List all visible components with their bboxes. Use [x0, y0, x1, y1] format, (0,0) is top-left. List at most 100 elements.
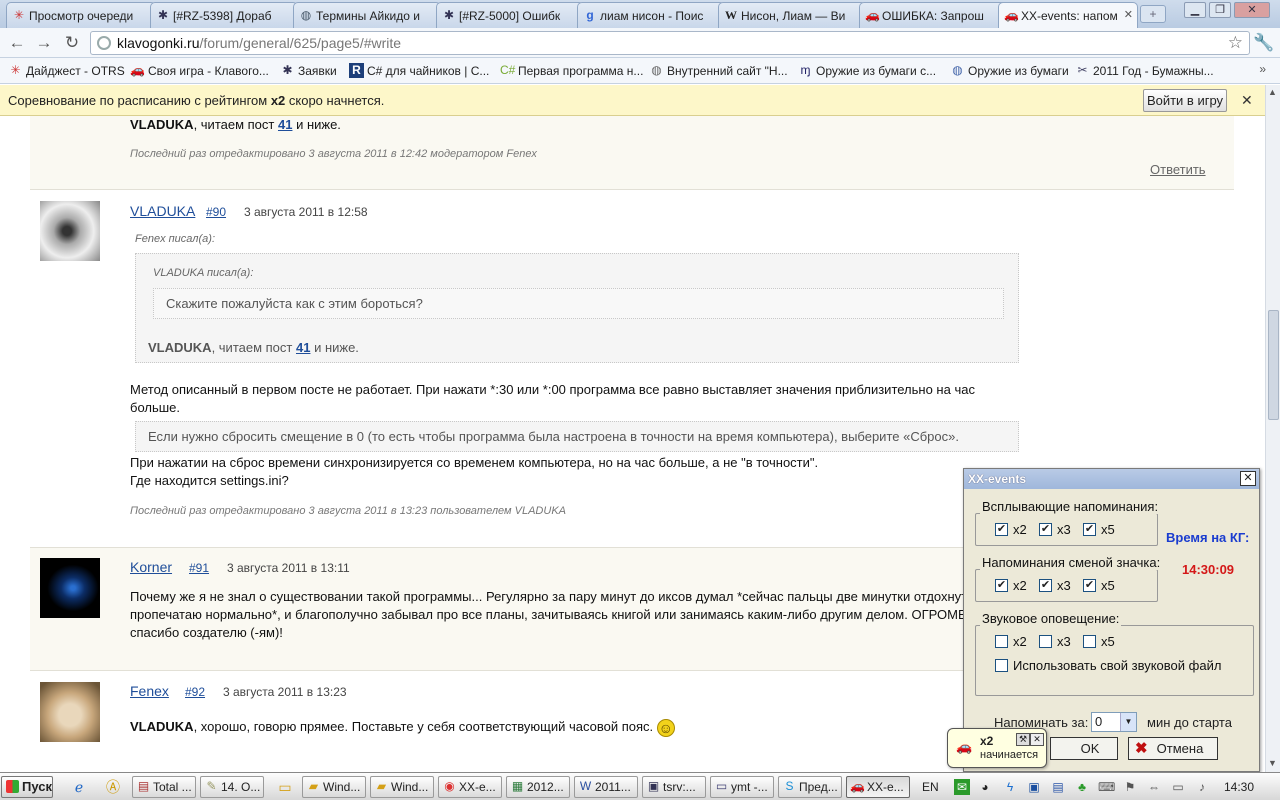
taskbar-item-ymt[interactable]: ▭ ymt -... [710, 776, 774, 798]
lightning-icon[interactable]: ϟ [1002, 779, 1018, 795]
tab-error[interactable]: 🚗 ОШИБКА: Запрош [859, 2, 1007, 28]
address-bar[interactable]: klavogonki.ru/forum/general/625/page5/#w… [90, 31, 1250, 55]
avatar[interactable] [40, 558, 100, 618]
bookmark-first-program[interactable]: C# Первая программа н... [500, 63, 643, 79]
bookmark-paper-weapons-2[interactable]: ◍ Оружие из бумаги [950, 63, 1069, 79]
popup-x5-checkbox[interactable]: ✔ x5 [1083, 523, 1115, 537]
bookmark-label: Своя игра - Клавого... [148, 64, 269, 78]
checkbox-box [1039, 635, 1052, 648]
post-line: Метод описанный в первом посте не работа… [130, 382, 975, 397]
page-scrollbar[interactable]: ▲ ▼ [1265, 85, 1280, 772]
settings-icon[interactable]: ⚒ [1016, 733, 1030, 746]
taskbar-item-chrome[interactable]: ◉ XX-e... [438, 776, 502, 798]
post-number[interactable]: #92 [185, 685, 205, 699]
taskbar-item-xx-events[interactable]: 🚗 XX-e... [846, 776, 910, 798]
taskbar-item-preview[interactable]: S Пред... [778, 776, 842, 798]
bookmark-2011-paper[interactable]: ✂ 2011 Год - Бумажны... [1075, 63, 1213, 79]
sound-x2-checkbox[interactable]: x2 [995, 635, 1027, 649]
folder-icon[interactable]: ▭ [276, 778, 294, 796]
tab-close-icon[interactable]: ✕ [1124, 8, 1133, 21]
tab-jira-5398[interactable]: ✱ [#RZ-5398] Дораб [150, 2, 298, 28]
taskbar-item-excel[interactable]: ▦ 2012... [506, 776, 570, 798]
xx-events-tray-icon[interactable]: ✉ [954, 779, 970, 795]
bookmark-own-game[interactable]: 🚗 Своя игра - Клавого... [130, 63, 269, 79]
monitor-icon[interactable]: ▤ [1050, 779, 1066, 795]
ok-button[interactable]: OK [1050, 737, 1118, 760]
taskbar-item-word[interactable]: W 2011... [574, 776, 638, 798]
panda-icon[interactable]: ◕ [977, 779, 993, 795]
internet-explorer-icon[interactable]: ℯ [70, 778, 88, 796]
bookmark-otrs-digest[interactable]: ✳ Дайджест - OTRS [8, 63, 124, 79]
post-number[interactable]: #91 [189, 561, 209, 575]
icon-x5-checkbox[interactable]: ✔ x5 [1083, 579, 1115, 593]
bookmark-star-icon[interactable]: ☆ [1228, 32, 1243, 54]
sound-x5-checkbox[interactable]: x5 [1083, 635, 1115, 649]
language-indicator[interactable]: EN [922, 780, 939, 794]
tab-otrs-queue[interactable]: ✳ Просмотр очереди [6, 2, 156, 28]
forum-post-89: VLADUKA, читаем пост 41 и ниже. Последни… [30, 116, 1234, 190]
taskbar-item-explorer-1[interactable]: ▰ Wind... [302, 776, 366, 798]
enter-game-button[interactable]: Войти в игру [1143, 89, 1227, 112]
forward-icon[interactable]: → [33, 33, 55, 53]
minimize-button[interactable]: ▁ [1184, 2, 1206, 18]
wrench-icon[interactable]: 🔧 [1253, 33, 1275, 53]
taskbar-item-total-commander[interactable]: ▤ Total ... [132, 776, 196, 798]
infobar-close-icon[interactable]: ✕ [1241, 85, 1253, 116]
taskbar-item-explorer-2[interactable]: ▰ Wind... [370, 776, 434, 798]
bookmark-paper-weapons-1[interactable]: ɱ Оружие из бумаги с... [798, 63, 937, 79]
tab-wikipedia[interactable]: W Нисон, Лиам — Ви [718, 2, 866, 28]
sound-x3-checkbox[interactable]: x3 [1039, 635, 1071, 649]
bookmark-csharp-dummies[interactable]: R C# для чайников | C... [349, 63, 489, 79]
back-icon[interactable]: ← [6, 33, 28, 53]
system-clock[interactable]: 14:30 [1224, 780, 1254, 794]
cancel-x-icon: ✖ [1135, 740, 1148, 757]
taskbar-item-terminal[interactable]: ▣ tsrv:... [642, 776, 706, 798]
new-tab-button[interactable]: + [1140, 5, 1166, 23]
post-author[interactable]: Fenex [130, 683, 169, 699]
maximize-button[interactable]: ❐ [1209, 2, 1231, 18]
cancel-button[interactable]: ✖ Отмена [1128, 737, 1218, 760]
popup-x2-checkbox[interactable]: ✔ x2 [995, 523, 1027, 537]
amp-icon[interactable]: Ⓐ [104, 778, 122, 796]
tab-jira-5000[interactable]: ✱ [#RZ-5000] Ошибк [436, 2, 584, 28]
reply-link[interactable]: Ответить [1150, 162, 1206, 177]
tab-aikido-terms[interactable]: ◍ Термины Айкидо и [293, 2, 441, 28]
start-button[interactable]: Пуск [1, 776, 53, 798]
post-link[interactable]: 41 [296, 340, 310, 355]
flag-icon[interactable]: ⚑ [1122, 779, 1138, 795]
remind-minutes-select[interactable]: 0 ▼ [1091, 712, 1137, 732]
network-icon[interactable]: ▣ [1026, 779, 1042, 795]
keyboard-icon[interactable]: ⌨ [1098, 779, 1115, 795]
bookmark-requests[interactable]: ✱ Заявки [280, 63, 336, 79]
scrollbar-thumb[interactable] [1268, 310, 1279, 420]
icon-x3-checkbox[interactable]: ✔ x3 [1039, 579, 1071, 593]
tab-xx-events[interactable]: 🚗 XX-events: напоми ✕ [998, 2, 1138, 28]
volume-icon[interactable]: ♪ [1194, 779, 1210, 795]
post-author[interactable]: VLADUKA [130, 203, 195, 219]
tray-notification-popup[interactable]: 🚗 x2 начинается ⚒ ✕ [947, 728, 1047, 768]
mention-author: VLADUKA [130, 117, 194, 132]
popup-x3-checkbox[interactable]: ✔ x3 [1039, 523, 1071, 537]
post-link[interactable]: 41 [278, 117, 292, 132]
icon-x2-checkbox[interactable]: ✔ x2 [995, 579, 1027, 593]
avatar[interactable] [40, 201, 100, 261]
dialog-close-button[interactable]: ✕ [1240, 471, 1256, 486]
tab-google-search[interactable]: g лиам нисон - Поис [577, 2, 725, 28]
window-close-button[interactable]: ✕ [1234, 2, 1270, 18]
bookmarks-more-button[interactable]: » [1259, 62, 1266, 76]
bookmark-internal-site[interactable]: ◍ Внутренний сайт "Н... [649, 63, 787, 79]
update-icon[interactable]: ♣ [1074, 779, 1090, 795]
reload-icon[interactable]: ↻ [61, 33, 83, 53]
avatar[interactable] [40, 682, 100, 742]
usb-icon[interactable]: ⇔ [1146, 779, 1162, 795]
scroll-down-icon[interactable]: ▼ [1268, 758, 1277, 768]
kg-time-label: Время на КГ: [1166, 530, 1250, 545]
close-icon[interactable]: ✕ [1030, 733, 1044, 746]
display-icon[interactable]: ▭ [1170, 779, 1186, 795]
chevron-down-icon[interactable]: ▼ [1120, 713, 1136, 731]
post-number[interactable]: #90 [206, 205, 226, 219]
post-author[interactable]: Korner [130, 559, 172, 575]
own-sound-file-checkbox[interactable]: Использовать свой звуковой файл [995, 659, 1221, 673]
scroll-up-icon[interactable]: ▲ [1268, 87, 1277, 97]
taskbar-item-editor[interactable]: ✎ 14. O... [200, 776, 264, 798]
